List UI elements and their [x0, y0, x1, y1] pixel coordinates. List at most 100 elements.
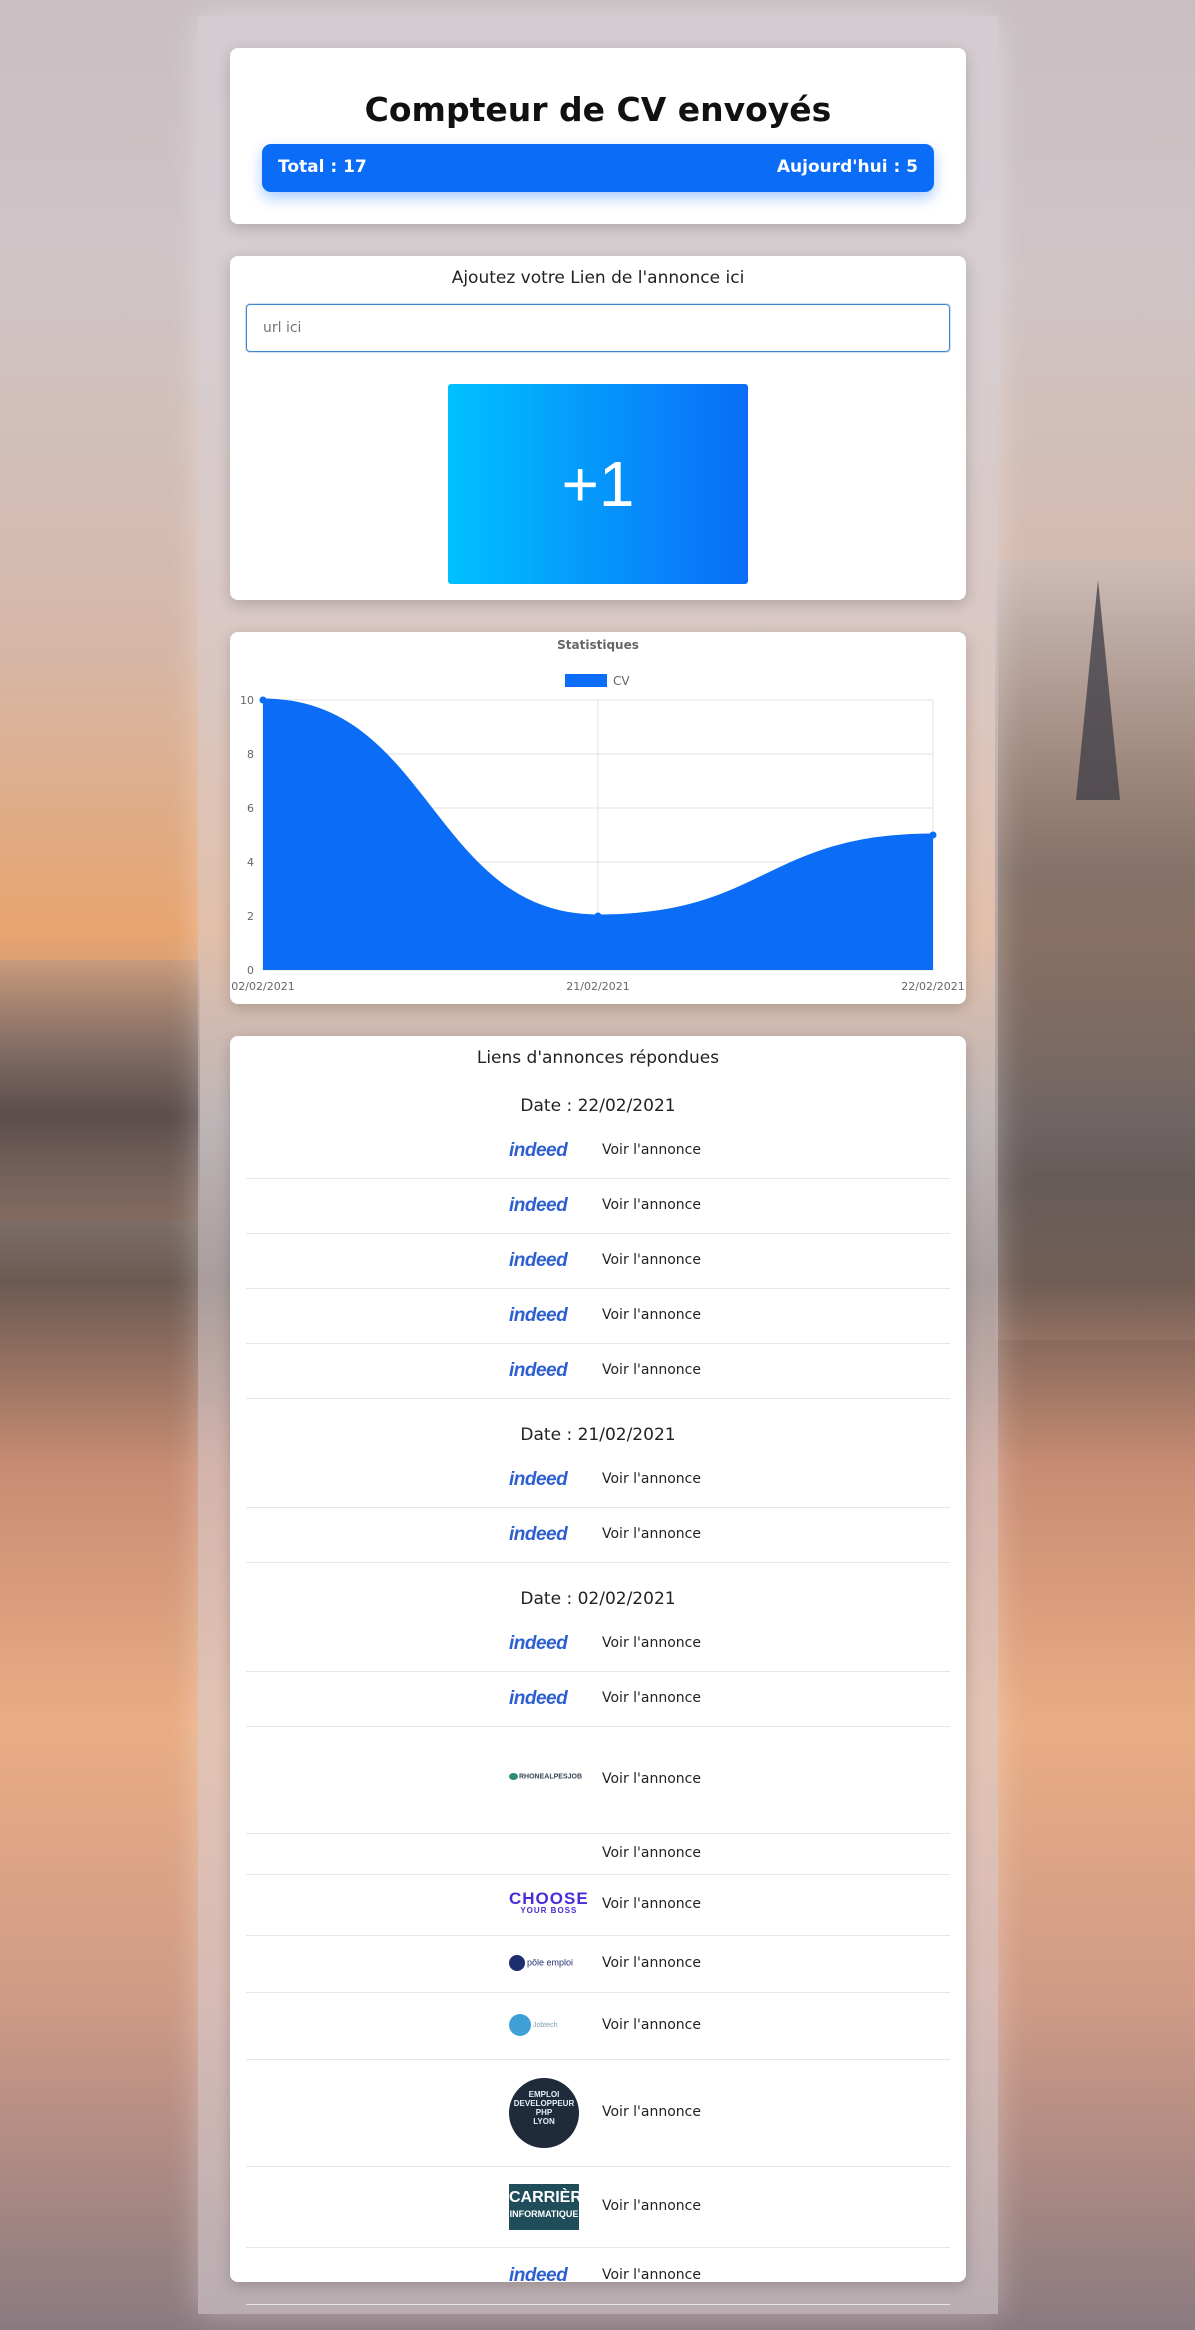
date-heading: Date : 02/02/2021	[520, 1589, 676, 1609]
indeed-logo: indeed	[509, 1633, 568, 1654]
jobtech-logo: Jobtech	[509, 2014, 558, 2036]
background-scenery-left	[0, 960, 200, 1220]
view-listing-link[interactable]: Voir l'annonce	[602, 1197, 701, 1213]
date-heading: Date : 22/02/2021	[520, 1096, 676, 1116]
counter-bar: Total : 17 Aujourd'hui : 5	[262, 144, 934, 192]
logo-mark-icon	[509, 1955, 525, 1971]
statistics-chart: Statistiques CV 0 2 4 6 8 10 02/02/2021 21/02/202…	[231, 638, 964, 993]
link-row: CHOOSE YOUR BOSS Voir l'annonce	[246, 1875, 950, 1936]
link-row: indeed Voir l'annonce	[246, 2248, 950, 2305]
view-listing-link[interactable]: Voir l'annonce	[602, 1362, 701, 1378]
view-listing-link[interactable]: Voir l'annonce	[602, 1471, 701, 1487]
logo-mark-icon	[509, 1773, 518, 1780]
add-link-card: Ajoutez votre Lien de l'annonce ici +1	[230, 256, 966, 600]
links-title: Liens d'annonces répondues	[476, 1048, 720, 1068]
link-row: indeed Voir l'annonce	[246, 1617, 950, 1672]
link-row: Jobtech Voir l'annonce	[246, 1993, 950, 2060]
link-row: pôle emploi Voir l'annonce	[246, 1936, 950, 1993]
indeed-logo: indeed	[509, 1250, 568, 1271]
indeed-logo: indeed	[509, 1360, 568, 1381]
y-tick-label: 8	[247, 748, 254, 761]
y-tick-label: 6	[247, 802, 254, 815]
y-tick-label: 2	[247, 910, 254, 923]
view-listing-link[interactable]: Voir l'annonce	[602, 2104, 701, 2120]
links-list: Date : 22/02/2021 indeed Voir l'annonce ind…	[246, 1084, 950, 2305]
page-title: Compteur de CV envoyés	[364, 90, 832, 129]
link-row: EMPLOI DEVELOPPEUR PHP LYON Voir l'annonce	[246, 2060, 950, 2167]
y-tick-label: 0	[247, 964, 254, 977]
today-count: Aujourd'hui : 5	[776, 157, 918, 177]
link-row: indeed Voir l'annonce	[246, 1344, 950, 1399]
increment-button[interactable]: +1	[448, 384, 748, 584]
view-listing-link[interactable]: Voir l'annonce	[602, 1142, 701, 1158]
view-listing-link[interactable]: Voir l'annonce	[602, 1526, 701, 1542]
view-listing-link[interactable]: Voir l'annonce	[602, 2267, 701, 2283]
logo-text: CARRIÈRE	[509, 2189, 593, 2206]
x-tick-label: 02/02/2021	[231, 980, 294, 993]
view-listing-link[interactable]: Voir l'annonce	[602, 1845, 701, 1861]
logo-text-line: PHP	[535, 2108, 553, 2117]
view-listing-link[interactable]: Voir l'annonce	[602, 1252, 701, 1268]
data-point	[259, 696, 267, 704]
indeed-logo: indeed	[509, 1469, 568, 1490]
logo-badge: EMPLOI DEVELOPPEUR PHP LYON	[509, 2078, 579, 2148]
link-row: indeed Voir l'annonce	[246, 1289, 950, 1344]
chart-title: Statistiques	[557, 638, 639, 652]
data-point	[594, 912, 602, 920]
logo-text-line: LYON	[533, 2117, 555, 2126]
logo-mark-icon	[509, 2014, 531, 2036]
link-row: indeed Voir l'annonce	[246, 1453, 950, 1508]
y-tick-label: 10	[240, 694, 254, 707]
indeed-logo: indeed	[509, 1140, 568, 1161]
rhonealpesjob-logo: RHONEALPESJOB	[509, 1773, 582, 1780]
view-listing-link[interactable]: Voir l'annonce	[602, 1635, 701, 1651]
logo-text-line: DEVELOPPEUR	[513, 2099, 575, 2108]
indeed-logo: indeed	[509, 1524, 568, 1545]
view-listing-link[interactable]: Voir l'annonce	[602, 1771, 701, 1787]
total-count: Total : 17	[278, 157, 367, 177]
logo-subtext: YOUR BOSS	[520, 1906, 578, 1915]
link-row: indeed Voir l'annonce	[246, 1179, 950, 1234]
link-row: indeed Voir l'annonce	[246, 1672, 950, 1727]
view-listing-link[interactable]: Voir l'annonce	[602, 1955, 701, 1971]
link-row: indeed Voir l'annonce	[246, 1124, 950, 1179]
y-tick-label: 4	[247, 856, 254, 869]
legend-swatch-cv	[565, 674, 607, 687]
url-input[interactable]	[246, 304, 950, 352]
logo-text: RHONEALPESJOB	[519, 1773, 583, 1781]
view-listing-link[interactable]: Voir l'annonce	[602, 2198, 701, 2214]
indeed-logo: indeed	[509, 2265, 568, 2286]
legend-label-cv: CV	[613, 674, 630, 688]
x-tick-label: 22/02/2021	[901, 980, 964, 993]
link-row: indeed Voir l'annonce	[246, 1234, 950, 1289]
indeed-logo: indeed	[509, 1195, 568, 1216]
indeed-logo: indeed	[509, 1305, 568, 1326]
link-row: Voir l'annonce	[246, 1834, 950, 1875]
logo-text: pôle emploi	[527, 1957, 574, 1968]
link-row: CARRIÈRE INFORMATIQUE Voir l'annonce	[246, 2167, 950, 2248]
statistics-card: Statistiques CV 0 2 4 6 8 10 02/02/2021 21/02/202…	[230, 632, 966, 1004]
counter-card: Compteur de CV envoyés Total : 17 Aujour…	[230, 48, 966, 224]
background-church-spire	[1076, 580, 1120, 800]
view-listing-link[interactable]: Voir l'annonce	[602, 2017, 701, 2033]
logo-text: CHOOSE	[509, 1889, 589, 1908]
pole-emploi-logo: pôle emploi	[509, 1955, 573, 1971]
view-listing-link[interactable]: Voir l'annonce	[602, 1307, 701, 1323]
view-listing-link[interactable]: Voir l'annonce	[602, 1896, 701, 1912]
chooseyourboss-logo: CHOOSE YOUR BOSS	[509, 1889, 589, 1917]
logo-text: Jobtech	[533, 2021, 558, 2029]
logo-badge: CARRIÈRE INFORMATIQUE	[509, 2184, 593, 2230]
logo-subtext: INFORMATIQUE	[509, 2209, 579, 2219]
indeed-logo: indeed	[509, 1688, 568, 1709]
link-row: indeed Voir l'annonce	[246, 1508, 950, 1563]
link-row: RHONEALPESJOB Voir l'annonce	[246, 1727, 950, 1834]
links-card: Liens d'annonces répondues Date : 22/02/…	[230, 1036, 966, 2305]
x-tick-label: 21/02/2021	[566, 980, 629, 993]
logo-text-line: EMPLOI	[528, 2090, 560, 2099]
carriere-informatique-logo: CARRIÈRE INFORMATIQUE	[509, 2184, 593, 2230]
data-point	[929, 831, 937, 839]
main-container: Compteur de CV envoyés Total : 17 Aujour…	[198, 16, 998, 2314]
developpeur-php-lyon-logo: EMPLOI DEVELOPPEUR PHP LYON	[509, 2078, 579, 2148]
view-listing-link[interactable]: Voir l'annonce	[602, 1690, 701, 1706]
date-heading: Date : 21/02/2021	[520, 1425, 676, 1445]
